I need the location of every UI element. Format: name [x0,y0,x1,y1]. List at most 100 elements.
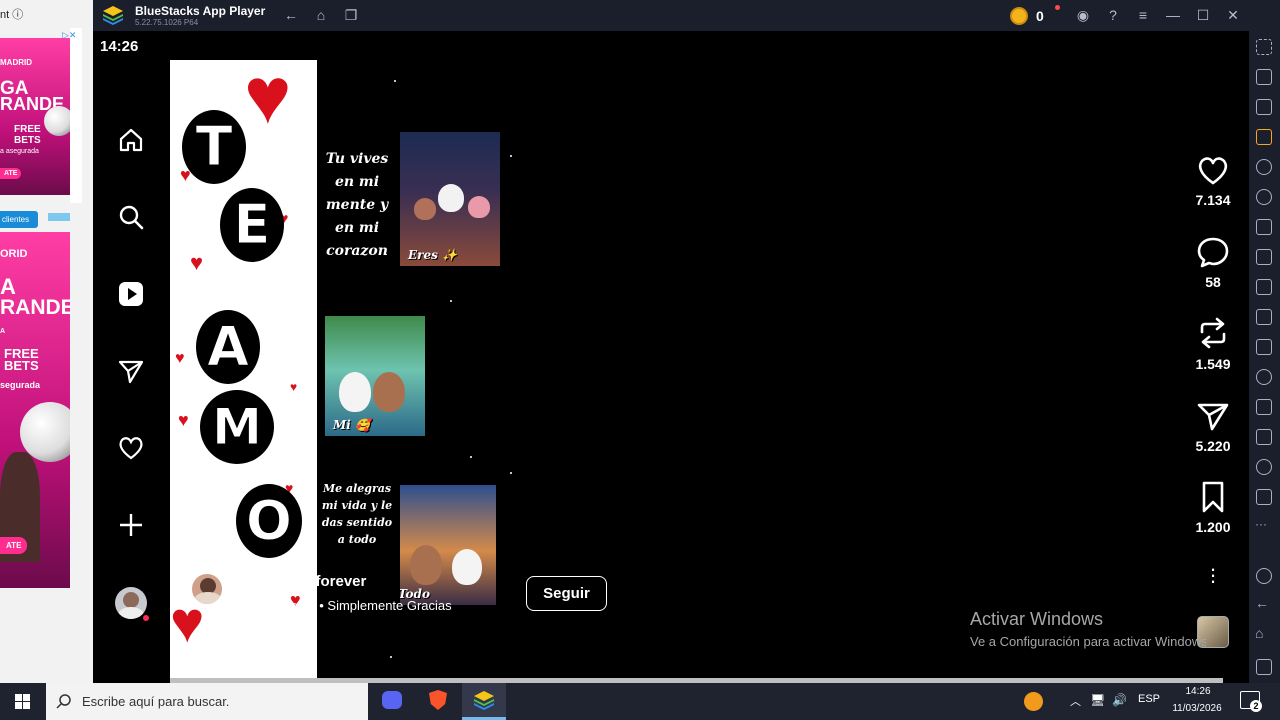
save-button[interactable]: 1.200 [1185,481,1241,535]
location-icon[interactable] [1256,459,1272,475]
notification-badge: 2 [1250,700,1262,712]
music-track[interactable]: ♫ Calibre 50 • Simplemente Gracias [243,598,452,613]
folder-icon[interactable] [1256,339,1272,355]
record-icon[interactable] [1256,159,1272,175]
multi-instance-icon[interactable]: ❐ [342,6,360,24]
ad-cta-button[interactable]: ATE [0,537,28,554]
coin-icon[interactable] [1010,7,1028,25]
profile-notification-dot [143,615,149,621]
create-icon[interactable] [117,511,145,539]
brave-taskbar-app[interactable] [416,683,460,720]
creator-avatar[interactable] [190,572,224,606]
video-icon[interactable] [117,280,145,308]
android-status-time: 14:26 [100,38,139,55]
fullscreen-icon[interactable] [1256,39,1272,55]
screen: nt ⓘ ▷✕ MADRID GA RANDE FREE BETS a aseg… [0,0,1280,720]
letter-block: T [182,110,246,184]
share-button[interactable]: 5.220 [1185,400,1241,454]
send-icon[interactable] [117,357,145,385]
discord-icon [382,691,402,709]
language-indicator[interactable]: ESP [1138,693,1160,705]
recent-apps-icon[interactable] [1256,659,1272,675]
apk-icon[interactable] [1256,249,1272,265]
creator-username[interactable]: bubuduuxforever [243,573,366,590]
ad-text: A [0,328,6,335]
letter-block: A [196,310,260,384]
windows-taskbar: Escribe aquí para buscar. ︿ 🖥 🔊 ESP 14:2… [0,683,1280,720]
taskbar-search[interactable]: Escribe aquí para buscar. [46,683,368,720]
start-button[interactable] [0,683,46,720]
search-placeholder: Escribe aquí para buscar. [82,694,230,709]
brave-icon [429,690,447,710]
video-caption[interactable]: Te Amo Mi Bubu ... [190,633,308,649]
sparkle [394,80,396,82]
ad-banner-bottom[interactable]: ORID A RANDE A FREE BETS segurada ATE [0,232,70,588]
bear-city-scene: Todo [400,485,496,605]
bluestacks-taskbar-app[interactable] [462,683,506,720]
ad-text: ORID [0,248,28,260]
account-icon[interactable]: ◉ [1074,6,1092,24]
menu-icon[interactable]: ≡ [1134,6,1152,24]
heart-icon: ♥ [178,410,189,430]
more-options-icon[interactable]: · · · [1205,558,1221,592]
network-icon[interactable]: 🖥 [1090,693,1105,707]
comment-button[interactable]: 58 [1185,236,1241,290]
sparkle [390,656,392,658]
ad-text: FREE [14,124,41,135]
layers-icon[interactable] [1256,489,1272,505]
activate-windows-title: Activar Windows [970,609,1104,629]
ad-text: RANDE [0,296,70,319]
keyboard-controls-icon[interactable] [1256,129,1272,145]
search-icon [56,694,71,709]
send-icon [1197,403,1229,431]
help-icon[interactable]: ? [1104,6,1122,24]
copy-icon[interactable] [1256,399,1272,415]
maximize-icon[interactable]: ☐ [1194,6,1212,24]
heart-icon: ♥ [290,380,298,394]
settings-icon[interactable] [1256,568,1272,584]
save-count: 1.200 [1195,519,1231,535]
sync-icon[interactable] [1256,189,1272,205]
back-arrow-icon[interactable]: ← [282,6,300,24]
sparkle [510,472,512,474]
background-tab[interactable]: clientes [0,211,38,228]
profile-avatar[interactable] [115,587,147,619]
clock-date[interactable]: 11/03/2026 [1169,703,1225,714]
speaker-icon[interactable]: 🔊 [1112,693,1127,707]
close-icon[interactable]: ✕ [1224,6,1242,24]
minimize-icon[interactable]: — [1164,6,1182,24]
discord-taskbar-app[interactable] [370,683,414,720]
macro-icon[interactable] [1256,219,1272,235]
more-icon[interactable]: ··· [1255,517,1267,531]
follow-button[interactable]: Seguir [526,576,607,611]
home-icon[interactable]: ⌂ [312,6,330,24]
media-icon[interactable] [1256,99,1272,115]
letter-block: M [200,390,274,464]
heart-icon: ♥ [175,350,185,367]
ad-banner-top[interactable]: MADRID GA RANDE FREE BETS a asegurada AT… [0,38,70,195]
comment-count: 58 [1205,274,1221,290]
home-icon[interactable] [117,126,145,154]
home-icon[interactable]: ⌂ [1255,625,1263,641]
chevron-up-icon[interactable]: ︿ [1070,693,1081,709]
sparkle [510,155,512,157]
clock-time[interactable]: 14:26 [1172,686,1224,697]
heart-icon[interactable] [117,434,145,462]
repost-icon [1200,317,1226,349]
search-icon[interactable] [117,203,145,231]
notification-dot [1055,5,1060,10]
erase-icon[interactable] [1256,429,1272,445]
like-button[interactable]: 7.134 [1185,154,1241,208]
airplane-icon[interactable] [1256,369,1272,385]
ad-text: BETS [14,135,41,146]
back-icon[interactable]: ← [1255,595,1269,611]
weather-icon[interactable] [1024,692,1043,711]
screenshot-icon[interactable] [1256,279,1272,295]
repost-button[interactable]: 1.549 [1185,316,1241,372]
ad-cta-button[interactable]: ATE [0,168,22,179]
bluestacks-window: BlueStacks App Player 5.22.75.1026 P64 ←… [93,0,1280,683]
app-version: 5.22.75.1026 P64 [135,18,199,27]
capture-area-icon[interactable] [1256,309,1272,325]
letter-block: O [236,484,302,558]
volume-icon[interactable] [1256,69,1272,85]
